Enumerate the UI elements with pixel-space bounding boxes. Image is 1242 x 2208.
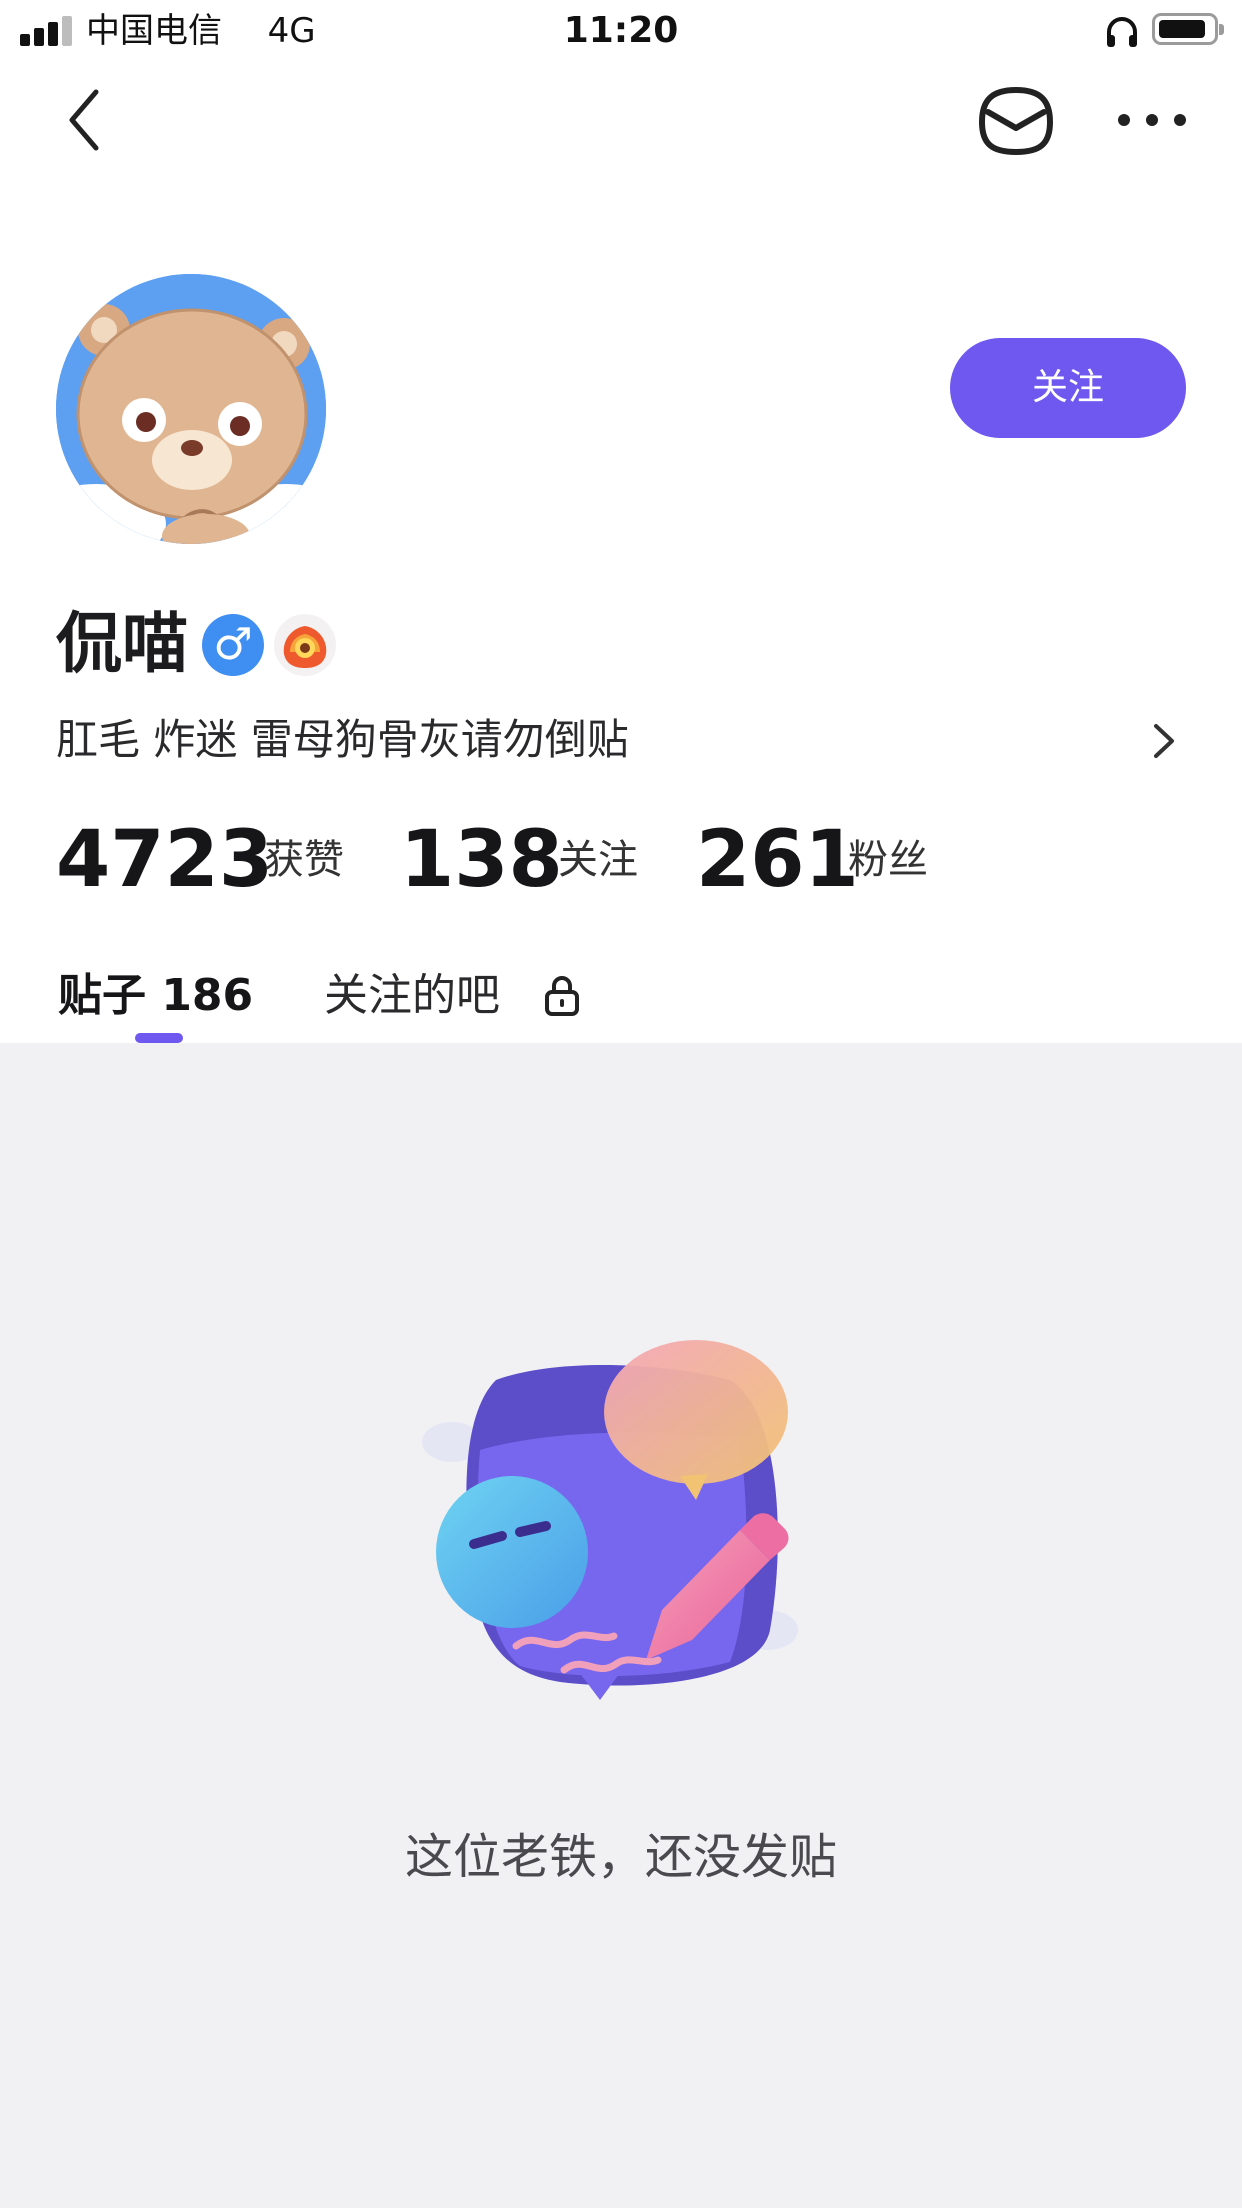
status-bar: 中国电信 4G 11:20 (0, 0, 1242, 62)
follow-button[interactable]: 关注 (950, 338, 1186, 438)
message-button[interactable] (976, 82, 1056, 160)
profile-header: 中国电信 4G 11:20 关注 侃喵 ♂ 肛毛 炸迷 雷母狗骨灰请勿倒贴 47… (0, 0, 1242, 1043)
bear-avatar-image (56, 274, 326, 544)
headphone-icon (1107, 17, 1137, 47)
username: 侃喵 (56, 605, 188, 682)
tab-active-indicator (135, 1033, 183, 1043)
tab-posts[interactable]: 贴子 186 (58, 966, 253, 1026)
chevron-right-icon[interactable] (1146, 716, 1180, 766)
empty-posts-illustration (422, 1340, 798, 1700)
mail-icon (979, 87, 1053, 155)
following-count[interactable]: 138 (400, 812, 563, 908)
status-time: 11:20 (563, 10, 679, 51)
more-icon (1118, 114, 1186, 126)
back-button[interactable] (56, 80, 116, 160)
back-icon (69, 89, 99, 151)
tab-followed-bars[interactable]: 关注的吧 (324, 966, 500, 1026)
avatar[interactable] (56, 274, 326, 544)
following-label[interactable]: 关注 (558, 832, 638, 888)
followers-count[interactable]: 261 (696, 812, 859, 908)
male-gender-icon: ♂ (202, 614, 264, 676)
likes-count: 4723 (56, 815, 274, 905)
level-badge-icon[interactable] (274, 614, 336, 676)
more-button[interactable] (1112, 90, 1192, 150)
battery-icon (1152, 13, 1224, 45)
followers-label[interactable]: 粉丝 (848, 832, 928, 888)
likes-label: 获赞 (264, 837, 344, 883)
fire-emblem-icon (283, 626, 327, 668)
lock-icon (545, 976, 579, 1016)
empty-state-message: 这位老铁，还没发贴 (404, 1829, 837, 1885)
bio-text[interactable]: 肛毛 炸迷 雷母狗骨灰请勿倒贴 (56, 712, 629, 768)
